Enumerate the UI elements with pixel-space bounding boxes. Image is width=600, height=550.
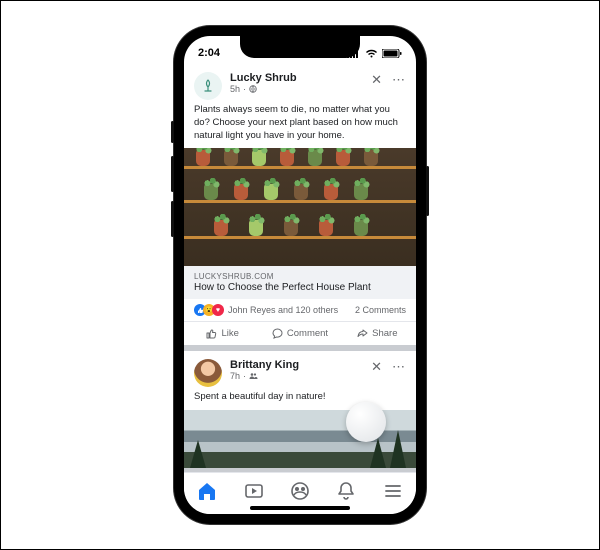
tab-menu[interactable] bbox=[379, 477, 407, 505]
post-author[interactable]: Brittany King bbox=[230, 359, 363, 371]
battery-icon bbox=[382, 49, 402, 58]
wifi-icon bbox=[365, 49, 378, 58]
like-button[interactable]: Like bbox=[184, 322, 261, 345]
tab-groups[interactable] bbox=[286, 477, 314, 505]
link-title: How to Choose the Perfect House Plant bbox=[194, 282, 406, 293]
comment-button[interactable]: Comment bbox=[261, 322, 338, 345]
reaction-icons[interactable]: 😮 ♥ bbox=[194, 304, 224, 316]
link-preview[interactable]: LUCKYSHRUB.COM How to Choose the Perfect… bbox=[184, 266, 416, 299]
tab-watch[interactable] bbox=[240, 477, 268, 505]
love-reaction-icon: ♥ bbox=[212, 304, 224, 316]
phone-screen: 2:04 bbox=[184, 36, 416, 514]
feed-post: Lucky Shrub 5h· ✕ ⋯ Plants always seem bbox=[184, 64, 416, 345]
status-time: 2:04 bbox=[198, 47, 220, 59]
more-icon[interactable]: ⋯ bbox=[392, 72, 406, 88]
reactions-text[interactable]: John Reyes and 120 others bbox=[228, 305, 338, 315]
chat-head[interactable] bbox=[346, 402, 386, 442]
friends-icon bbox=[249, 372, 258, 380]
avatar[interactable] bbox=[194, 359, 222, 387]
tab-notifications[interactable] bbox=[332, 477, 360, 505]
notch bbox=[240, 36, 360, 58]
post-text: Plants always seem to die, no matter wha… bbox=[184, 104, 416, 148]
post-author[interactable]: Lucky Shrub bbox=[230, 72, 363, 84]
close-icon[interactable]: ✕ bbox=[371, 72, 382, 88]
thumb-icon bbox=[206, 328, 217, 339]
globe-icon bbox=[249, 85, 257, 93]
post-meta: 5h· bbox=[230, 84, 363, 94]
home-indicator[interactable] bbox=[250, 506, 350, 510]
link-domain: LUCKYSHRUB.COM bbox=[194, 272, 406, 281]
phone-frame: 2:04 bbox=[174, 26, 426, 524]
post-actions: Like Comment Share bbox=[184, 321, 416, 345]
post-text: Spent a beautiful day in nature! bbox=[184, 391, 416, 410]
reactions-bar: 😮 ♥ John Reyes and 120 others 2 Comments bbox=[184, 299, 416, 321]
share-button[interactable]: Share bbox=[339, 322, 416, 345]
share-icon bbox=[357, 328, 368, 339]
tab-home[interactable] bbox=[193, 477, 221, 505]
comment-icon bbox=[272, 328, 283, 339]
avatar[interactable] bbox=[194, 72, 222, 100]
post-image[interactable] bbox=[184, 148, 416, 266]
comments-count[interactable]: 2 Comments bbox=[355, 305, 406, 315]
close-icon[interactable]: ✕ bbox=[371, 359, 382, 375]
post-meta: 7h· bbox=[230, 371, 363, 381]
more-icon[interactable]: ⋯ bbox=[392, 359, 406, 375]
